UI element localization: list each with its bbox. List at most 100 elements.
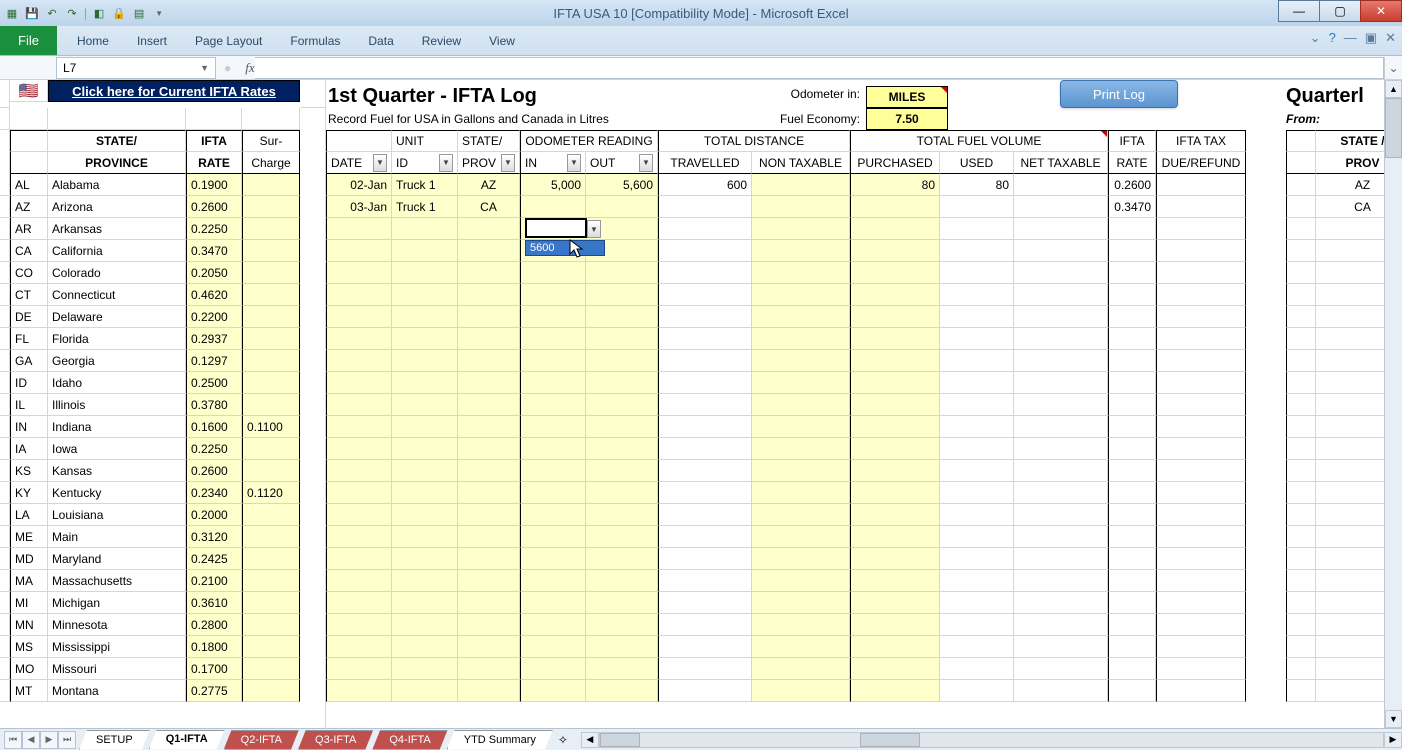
log-state[interactable] — [458, 262, 520, 284]
hdr-in[interactable]: IN▼ — [520, 152, 586, 174]
state-rate[interactable]: 0.1700 — [186, 658, 242, 680]
log-odo-in[interactable] — [520, 504, 586, 526]
tab-nav-last[interactable]: ⏭ — [58, 731, 76, 749]
state-name[interactable]: Massachusetts — [48, 570, 186, 592]
state-surcharge[interactable] — [242, 438, 300, 460]
log-travelled[interactable] — [658, 262, 752, 284]
log-tax[interactable] — [1156, 416, 1246, 438]
log-tax[interactable] — [1156, 482, 1246, 504]
log-unit[interactable] — [392, 592, 458, 614]
log-travelled[interactable] — [658, 570, 752, 592]
state-surcharge[interactable] — [242, 680, 300, 702]
qat-icon-2[interactable]: 🔒 — [111, 5, 127, 21]
right-blank[interactable] — [1286, 680, 1316, 702]
log-used[interactable] — [940, 592, 1014, 614]
state-rate[interactable]: 0.2600 — [186, 460, 242, 482]
state-name[interactable]: Florida — [48, 328, 186, 350]
log-state[interactable] — [458, 306, 520, 328]
log-date[interactable] — [326, 350, 392, 372]
state-surcharge[interactable] — [242, 174, 300, 196]
log-purchased[interactable] — [850, 240, 940, 262]
log-travelled[interactable] — [658, 438, 752, 460]
log-used[interactable] — [940, 196, 1014, 218]
right-blank[interactable] — [1286, 218, 1316, 240]
log-odo-out[interactable] — [586, 548, 658, 570]
log-nontax[interactable] — [752, 416, 850, 438]
log-odo-in[interactable] — [520, 196, 586, 218]
log-net[interactable] — [1014, 218, 1108, 240]
log-purchased[interactable] — [850, 196, 940, 218]
state-surcharge[interactable] — [242, 328, 300, 350]
log-date[interactable] — [326, 658, 392, 680]
log-odo-out[interactable] — [586, 350, 658, 372]
hscroll-left[interactable]: ◀ — [581, 732, 599, 748]
state-surcharge[interactable] — [242, 350, 300, 372]
log-tax[interactable] — [1156, 460, 1246, 482]
log-net[interactable] — [1014, 504, 1108, 526]
state-surcharge[interactable] — [242, 240, 300, 262]
log-tax[interactable] — [1156, 328, 1246, 350]
log-unit[interactable] — [392, 526, 458, 548]
log-used[interactable] — [940, 416, 1014, 438]
state-name[interactable]: Montana — [48, 680, 186, 702]
log-odo-in[interactable] — [520, 680, 586, 702]
log-tax[interactable] — [1156, 570, 1246, 592]
state-name[interactable]: Louisiana — [48, 504, 186, 526]
state-abbr[interactable]: MO — [10, 658, 48, 680]
log-odo-in[interactable] — [520, 636, 586, 658]
log-net[interactable] — [1014, 416, 1108, 438]
sheet-tab-ytd[interactable]: YTD Summary — [447, 730, 553, 750]
sheet-tab-q3[interactable]: Q3-IFTA — [298, 730, 373, 750]
log-used[interactable] — [940, 218, 1014, 240]
state-name[interactable]: Maryland — [48, 548, 186, 570]
tab-data[interactable]: Data — [354, 26, 407, 55]
log-rate[interactable] — [1108, 614, 1156, 636]
log-unit[interactable] — [392, 548, 458, 570]
right-blank[interactable] — [1286, 196, 1316, 218]
state-surcharge[interactable] — [242, 306, 300, 328]
log-net[interactable] — [1014, 394, 1108, 416]
log-tax[interactable] — [1156, 196, 1246, 218]
log-nontax[interactable] — [752, 482, 850, 504]
log-rate[interactable] — [1108, 328, 1156, 350]
sheet-tab-q2[interactable]: Q2-IFTA — [224, 730, 299, 750]
state-rate[interactable]: 0.3610 — [186, 592, 242, 614]
log-net[interactable] — [1014, 636, 1108, 658]
log-rate[interactable] — [1108, 218, 1156, 240]
sheet-tab-q4[interactable]: Q4-IFTA — [372, 730, 447, 750]
state-surcharge[interactable] — [242, 394, 300, 416]
state-surcharge[interactable] — [242, 548, 300, 570]
log-travelled[interactable] — [658, 636, 752, 658]
log-tax[interactable] — [1156, 218, 1246, 240]
state-surcharge[interactable] — [242, 284, 300, 306]
state-rate[interactable]: 0.1900 — [186, 174, 242, 196]
right-blank[interactable] — [1286, 592, 1316, 614]
log-tax[interactable] — [1156, 262, 1246, 284]
state-surcharge[interactable] — [242, 658, 300, 680]
log-tax[interactable] — [1156, 240, 1246, 262]
right-blank[interactable] — [1286, 526, 1316, 548]
log-tax[interactable] — [1156, 438, 1246, 460]
log-travelled[interactable] — [658, 394, 752, 416]
scroll-up-button[interactable]: ▲ — [1385, 80, 1402, 98]
state-rate[interactable]: 0.2500 — [186, 372, 242, 394]
log-tax[interactable] — [1156, 636, 1246, 658]
state-name[interactable]: Illinois — [48, 394, 186, 416]
worksheet[interactable]: 🇺🇸 Click here for Current IFTA Rates STA… — [0, 80, 1402, 728]
log-used[interactable] — [940, 350, 1014, 372]
log-tax[interactable] — [1156, 306, 1246, 328]
log-used[interactable] — [940, 262, 1014, 284]
log-purchased[interactable] — [850, 328, 940, 350]
log-used[interactable] — [940, 240, 1014, 262]
log-state[interactable] — [458, 592, 520, 614]
state-name[interactable]: Arkansas — [48, 218, 186, 240]
sheet-tab-setup[interactable]: SETUP — [79, 730, 150, 750]
log-purchased[interactable] — [850, 306, 940, 328]
log-nontax[interactable] — [752, 350, 850, 372]
log-rate[interactable] — [1108, 240, 1156, 262]
log-tax[interactable] — [1156, 614, 1246, 636]
log-odo-out[interactable] — [586, 680, 658, 702]
sheet-tab-q1[interactable]: Q1-IFTA — [149, 730, 225, 750]
log-odo-out[interactable]: 5,600 — [586, 174, 658, 196]
log-odo-in[interactable] — [520, 416, 586, 438]
